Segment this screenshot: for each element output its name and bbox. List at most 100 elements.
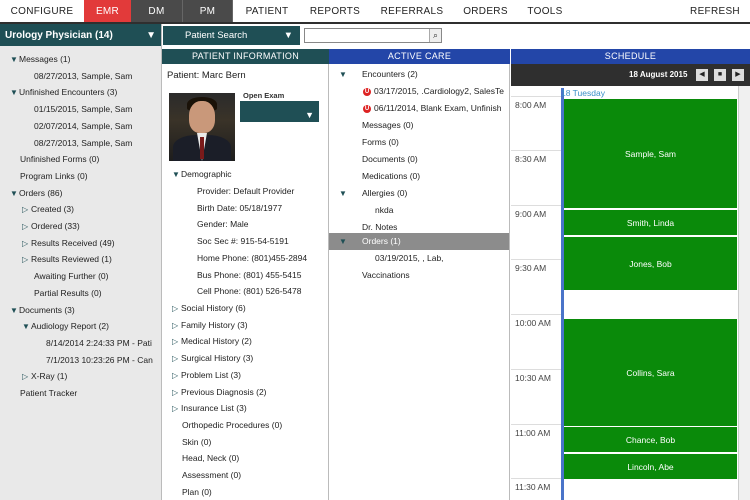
demographic-toggle[interactable]: ▼Demographic [172,166,232,183]
tree-item[interactable]: ▷ Created (3) [22,201,74,217]
appointment-block[interactable]: Sample, Sam [564,99,737,209]
appointment-block[interactable]: Smith, Linda [564,210,737,236]
history-section-label: Skin (0) [182,436,212,447]
demographic-field: Cell Phone: (801) 526-5478 [197,286,302,297]
prev-day-icon[interactable]: ◀ [696,69,708,81]
nav-configure[interactable]: CONFIGURE [0,0,84,22]
history-section[interactable]: ▷ Medical History (2) [172,333,252,350]
physician-selector[interactable]: Urology Physician (14) ▼ [0,24,161,46]
schedule-header: SCHEDULE [511,49,750,64]
encounter-item[interactable]: U 06/11/2014, Blank Exam, Unfinish [363,100,501,117]
forms-item[interactable]: Forms (0) [362,134,399,151]
history-section[interactable]: ▷ Insurance List (3) [172,400,247,417]
tree-item[interactable]: ▼Unfinished Encounters (3) [10,84,117,100]
hour-line [511,424,561,425]
triangle-down-icon: ▼ [10,88,18,98]
search-icon[interactable]: ⌕ [429,29,441,42]
triangle-right-icon: ▷ [172,337,179,347]
order-item[interactable]: 03/19/2015, , Lab, [375,250,444,267]
patient-search-label: Patient Search [185,30,248,41]
day-label: 18 Tuesday [561,88,605,98]
history-section-label: Social History (6) [181,303,246,313]
chevron-down-icon: ▼ [305,110,314,120]
hour-line [511,314,561,315]
tree-item[interactable]: ▼Orders (86) [10,185,62,201]
tree-item[interactable]: 08/27/2013, Sample, Sam [34,68,132,84]
tree-item-label: 08/27/2013, Sample, Sam [34,70,133,81]
nav-reports[interactable]: REPORTS [301,0,369,22]
open-exam-dropdown[interactable]: ▼ [240,101,319,122]
history-section[interactable]: ▷ Surgical History (3) [172,350,253,367]
tree-item[interactable]: Patient Tracker [20,385,77,401]
tree-item[interactable]: Partial Results (0) [34,285,102,301]
history-section-label: Problem List (3) [181,369,241,380]
nav-dm[interactable]: DM [131,0,183,22]
vaccinations-item[interactable]: Vaccinations [362,267,410,284]
encounter-item[interactable]: U 03/17/2015, .Cardiology2, SalesTe [363,83,504,100]
history-section-label: Orthopedic Procedures (0) [182,419,283,430]
tree-item[interactable]: ▼Messages (1) [10,51,71,67]
documents-item[interactable]: Documents (0) [362,151,418,168]
history-section[interactable]: Assessment (0) [182,467,241,484]
time-label: 10:00 AM [515,318,551,328]
appointment-block[interactable]: Collins, Sara [564,319,737,427]
nav-referrals[interactable]: REFERRALS [369,0,455,22]
history-section[interactable]: Head, Neck (0) [182,450,239,467]
orders-toggle[interactable]: ▼ Orders (1) [339,233,401,250]
history-section-label: Plan (0) [182,486,212,497]
history-section[interactable]: ▷ Social History (6) [172,300,246,317]
allergy-item[interactable]: nkda [375,202,393,219]
triangle-right-icon: ▷ [172,320,179,330]
tree-item[interactable]: Unfinished Forms (0) [20,151,99,167]
nav-emr[interactable]: EMR [84,0,131,22]
tree-item[interactable]: 7/1/2013 10:23:26 PM - Can [46,352,153,368]
nav-pm[interactable]: PM [183,0,233,22]
appointment-block[interactable]: Lincoln, Abe [564,454,737,480]
hour-line [511,369,561,370]
tree-item[interactable]: ▼Documents (3) [10,302,75,318]
history-section[interactable]: Skin (0) [182,434,211,451]
tree-item[interactable]: 02/07/2014, Sample, Sam [34,118,132,134]
nav-refresh[interactable]: REFRESH [680,0,750,22]
tree-item[interactable]: Program Links (0) [20,168,88,184]
open-exam-label: Open Exam [243,91,285,100]
medications-item[interactable]: Medications (0) [362,168,420,185]
tree-item[interactable]: ▷ Ordered (33) [22,218,80,234]
nav-patient[interactable]: PATIENT [233,0,301,22]
tree-item-label: Program Links (0) [20,170,88,181]
encounters-toggle[interactable]: ▼ Encounters (2) [339,66,418,83]
hour-line [511,96,561,97]
history-section[interactable]: Orthopedic Procedures (0) [182,417,282,434]
tree-item-label: Documents (3) [19,304,75,315]
history-section[interactable]: ▷ Previous Diagnosis (2) [172,384,267,401]
messages-item[interactable]: Messages (0) [362,117,414,134]
tree-item[interactable]: 08/27/2013, Sample, Sam [34,135,132,151]
appointment-block[interactable]: Chance, Bob [564,427,737,453]
tree-item[interactable]: ▷ Results Received (49) [22,235,115,251]
tree-item[interactable]: 01/15/2015, Sample, Sam [34,101,132,117]
tree-item[interactable]: Awaiting Further (0) [34,268,108,284]
tree-item[interactable]: 8/14/2014 2:24:33 PM - Pati [46,335,152,351]
allergies-toggle[interactable]: ▼ Allergies (0) [339,185,407,202]
appointment-block[interactable]: Jones, Bob [564,237,737,291]
history-section[interactable]: Plan (0) [182,484,212,500]
search-input[interactable] [304,28,442,43]
next-day-icon[interactable]: ▶ [732,69,744,81]
nav-tools[interactable]: TOOLS [516,0,574,22]
tree-item[interactable]: ▷ X-Ray (1) [22,368,67,384]
triangle-right-icon: ▷ [22,238,29,248]
tree-item-label: Unfinished Forms (0) [20,154,100,165]
patient-search-button[interactable]: Patient Search ▼ [163,26,300,45]
nav-orders[interactable]: ORDERS [455,0,516,22]
triangle-right-icon: ▷ [22,205,29,215]
tree-item[interactable]: ▼Audiology Report (2) [22,318,109,334]
time-label: 9:00 AM [515,209,547,219]
schedule-scrollbar[interactable] [738,86,750,500]
tree-item-label: Ordered (33) [31,221,80,231]
patient-info-panel: Patient: Marc Bern Open Exam ▼ ▼Demograp… [162,64,329,500]
tree-item[interactable]: ▷ Results Reviewed (1) [22,251,112,267]
history-section[interactable]: ▷ Problem List (3) [172,367,241,384]
orders-label: Orders (1) [362,236,401,246]
history-section[interactable]: ▷ Family History (3) [172,317,248,334]
today-icon[interactable]: ■ [714,69,726,81]
